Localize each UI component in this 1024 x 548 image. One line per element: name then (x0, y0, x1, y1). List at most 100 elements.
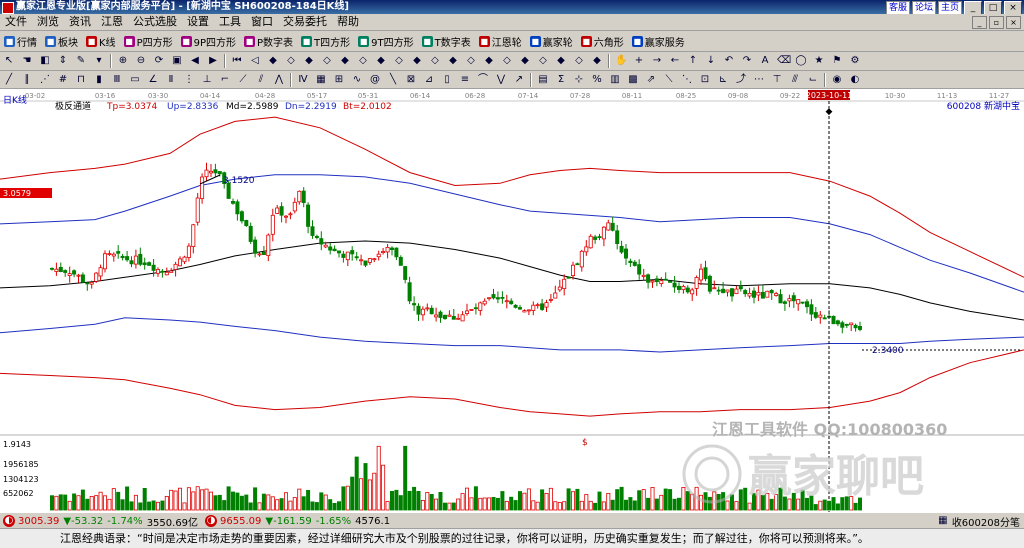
bar-icon[interactable]: ▥ (609, 74, 621, 86)
diamond-icon[interactable]: ◆ (267, 55, 279, 67)
back-icon[interactable]: ◀ (189, 55, 201, 67)
menu-news[interactable]: 资讯 (64, 14, 96, 30)
mdi-minimize-button[interactable]: _ (972, 15, 987, 29)
menu-help[interactable]: 帮助 (332, 14, 364, 30)
arc-icon[interactable]: ⌒ (477, 74, 489, 86)
diamond-icon[interactable]: ◆ (555, 55, 567, 67)
grid-icon[interactable]: ⊠ (405, 74, 417, 86)
trend-icon[interactable]: ↗ (513, 74, 525, 86)
step-icon[interactable]: ⌙ (807, 74, 819, 86)
gann-icon[interactable]: ⊹ (573, 74, 585, 86)
text-icon[interactable]: A (759, 55, 771, 67)
wave-icon[interactable]: ∿ (351, 74, 363, 86)
ray-icon[interactable]: ⟋ (237, 74, 249, 86)
speed-icon[interactable]: ⋮ (183, 74, 195, 86)
grid-icon[interactable]: ⊡ (699, 74, 711, 86)
menu-window[interactable]: 窗口 (246, 14, 278, 30)
line-icon[interactable]: ╲ (387, 74, 399, 86)
diamond-icon[interactable]: ◇ (285, 55, 297, 67)
link-forum[interactable]: 论坛 (911, 1, 936, 15)
toolbar-button-10[interactable]: ■ 赢家轮 (526, 34, 577, 49)
diamond-icon[interactable]: ◇ (357, 55, 369, 67)
star-icon[interactable]: ★ (813, 55, 825, 67)
menu-trade[interactable]: 交易委托 (278, 14, 332, 30)
mdi-restore-button[interactable]: ▫ (989, 15, 1004, 29)
first-icon[interactable]: ⏮ (231, 55, 243, 67)
box-icon[interactable]: ▩ (627, 74, 639, 86)
gear-icon[interactable]: ⚙ (849, 55, 861, 67)
diamond-icon[interactable]: ◆ (519, 55, 531, 67)
step-icon[interactable]: ⌐ (219, 74, 231, 86)
diamond-icon[interactable]: ◇ (537, 55, 549, 67)
diamond-icon[interactable]: ◆ (447, 55, 459, 67)
angle-icon[interactable]: ∠ (147, 74, 159, 86)
palette-icon[interactable]: ◐ (849, 74, 861, 86)
arrow-icon[interactable]: ⇗ (645, 74, 657, 86)
maximize-button[interactable]: □ (984, 1, 1002, 15)
menu-gann[interactable]: 江恩 (96, 14, 128, 30)
spiral-icon[interactable]: @ (369, 74, 381, 86)
link-home[interactable]: 主页 (937, 1, 962, 15)
flag-icon[interactable]: ⚑ (831, 55, 843, 67)
mdi-close-button[interactable]: × (1006, 15, 1021, 29)
toolbar-button-6[interactable]: ■ T四方形 (297, 34, 354, 49)
diamond-icon[interactable]: ◇ (429, 55, 441, 67)
diamond-icon[interactable]: ◇ (501, 55, 513, 67)
dropdown-icon[interactable]: ▾ (93, 55, 105, 67)
image-icon[interactable]: ▣ (171, 55, 183, 67)
line-icon[interactable]: ╱ (3, 74, 15, 86)
menu-tools[interactable]: 工具 (214, 14, 246, 30)
minimize-button[interactable]: _ (964, 1, 982, 15)
percent-icon[interactable]: % (591, 74, 603, 86)
chart-panel[interactable]: 03-02 03-16 03-30 04-14 04-28 05-17 05-31 06-14… (0, 89, 1024, 512)
menu-formula[interactable]: 公式选股 (128, 14, 182, 30)
zigzag-icon[interactable]: ⋁ (495, 74, 507, 86)
link-customer-service[interactable]: 客服 (885, 1, 910, 15)
toolbar-button-11[interactable]: ■ 六角形 (577, 34, 628, 49)
sigma-icon[interactable]: Σ (555, 74, 567, 86)
box-icon[interactable]: ▭ (129, 74, 141, 86)
zoom-out-icon[interactable]: ⊖ (135, 55, 147, 67)
forward-icon[interactable]: ▶ (207, 55, 219, 67)
sort-icon[interactable]: ⇕ (57, 55, 69, 67)
eye-icon[interactable]: ◉ (831, 74, 843, 86)
toolbar-button-8[interactable]: ■ T数字表 (418, 34, 475, 49)
arrow-left-icon[interactable]: ← (669, 55, 681, 67)
cycle-icon[interactable]: Ⅳ (297, 74, 309, 86)
angle-icon[interactable]: ⊾ (717, 74, 729, 86)
fib-icon[interactable]: Ⅱ (165, 74, 177, 86)
toolbar-button-9[interactable]: ■ 江恩轮 (475, 34, 526, 49)
arrow-down-icon[interactable]: ↓ (705, 55, 717, 67)
table-icon[interactable]: ▤ (537, 74, 549, 86)
fib-icon[interactable]: Ⅲ (111, 74, 123, 86)
toolbar-button-12[interactable]: ■ 赢家服务 (628, 34, 689, 49)
diamond-icon[interactable]: ◇ (393, 55, 405, 67)
cursor-icon[interactable]: ↖ (3, 55, 15, 67)
diamond-icon[interactable]: ◆ (303, 55, 315, 67)
line-icon[interactable]: ⟍ (663, 74, 675, 86)
zigzag-icon[interactable]: ⋀ (273, 74, 285, 86)
diamond-icon[interactable]: ◆ (591, 55, 603, 67)
diamond-icon[interactable]: ◇ (573, 55, 585, 67)
split-icon[interactable]: ⊥ (201, 74, 213, 86)
menu-settings[interactable]: 设置 (182, 14, 214, 30)
toolbar-button-4[interactable]: ■ 9P四方形 (177, 34, 240, 49)
diamond-icon[interactable]: ◆ (339, 55, 351, 67)
diamond-icon[interactable]: ◇ (465, 55, 477, 67)
channel-icon[interactable]: ⫽ (255, 74, 267, 86)
fan-icon[interactable]: ⋱ (681, 74, 693, 86)
ruler-icon[interactable]: ⊞ (333, 74, 345, 86)
diamond-icon[interactable]: ◆ (411, 55, 423, 67)
fan-icon[interactable]: ⋰ (39, 74, 51, 86)
parallel-icon[interactable]: ∥ (21, 74, 33, 86)
toolbar-button-7[interactable]: ■ 9T四方形 (354, 34, 417, 49)
fib-icon[interactable]: ≡ (459, 74, 471, 86)
circle-icon[interactable]: ◯ (795, 55, 807, 67)
angle-icon[interactable]: ⊿ (423, 74, 435, 86)
toolbar-button-2[interactable]: ■ K线 (82, 34, 120, 49)
undo-icon[interactable]: ↶ (723, 55, 735, 67)
color-icon[interactable]: ◧ (39, 55, 51, 67)
crosshair-icon[interactable]: + (633, 55, 645, 67)
close-button[interactable]: × (1004, 1, 1022, 15)
arrow-right-icon[interactable]: → (651, 55, 663, 67)
